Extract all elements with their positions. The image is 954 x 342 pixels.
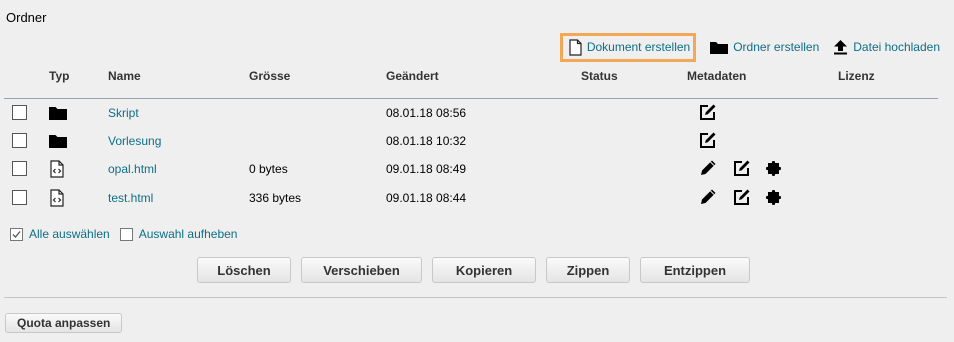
- col-type[interactable]: Typ: [49, 69, 69, 83]
- html-file-icon: [49, 189, 65, 210]
- deselect-checkbox-icon[interactable]: [119, 227, 133, 241]
- folder-icon: [710, 42, 729, 54]
- file-modified: 09.01.18 08:49: [386, 162, 467, 176]
- create-document-label: Dokument erstellen: [586, 40, 691, 54]
- file-name-link[interactable]: opal.html: [108, 162, 157, 176]
- col-status[interactable]: Status: [581, 69, 618, 83]
- selection-controls: Alle auswählen Auswahl aufheben: [10, 227, 237, 241]
- file-name-link[interactable]: Skript: [108, 106, 139, 120]
- file-name-link[interactable]: test.html: [108, 191, 153, 205]
- table-row: Skript 08.01.18 08:56: [0, 101, 954, 125]
- table-row: Vorlesung 08.01.18 10:32: [0, 129, 954, 153]
- select-all-link[interactable]: Alle auswählen: [29, 227, 110, 241]
- edit-icon[interactable]: [733, 159, 751, 181]
- create-folder-link[interactable]: Ordner erstellen: [710, 40, 819, 54]
- bulk-action-buttons: Löschen Verschieben Kopieren Zippen Entz…: [197, 257, 760, 283]
- create-folder-label: Ordner erstellen: [733, 40, 820, 54]
- row-checkbox[interactable]: [12, 161, 27, 176]
- edit-icon[interactable]: [699, 131, 717, 152]
- section-divider: [4, 297, 947, 298]
- pencil-icon[interactable]: [699, 188, 717, 210]
- row-checkbox[interactable]: [12, 133, 27, 148]
- file-modified: 08.01.18 08:56: [386, 106, 467, 120]
- table-header: Typ Name Grösse Geändert Status Metadate…: [0, 69, 954, 85]
- row-checkbox[interactable]: [12, 190, 27, 205]
- col-metadata: Metadaten: [687, 69, 747, 83]
- upload-file-link[interactable]: Datei hochladen: [833, 39, 940, 55]
- copy-button[interactable]: Kopieren: [432, 257, 536, 283]
- col-size[interactable]: Grösse: [249, 69, 290, 83]
- document-icon: [569, 38, 582, 56]
- move-button[interactable]: Verschieben: [301, 257, 422, 283]
- puzzle-icon[interactable]: [764, 188, 783, 210]
- folder-icon: [49, 104, 67, 123]
- upload-icon: [834, 40, 848, 55]
- quota-button[interactable]: Quota anpassen: [5, 313, 123, 333]
- col-license[interactable]: Lizenz: [838, 69, 875, 83]
- unzip-button[interactable]: Entzippen: [640, 257, 750, 283]
- table-row: test.html 336 bytes 09.01.18 08:44: [0, 186, 954, 210]
- edit-icon[interactable]: [733, 188, 751, 210]
- file-modified: 09.01.18 08:44: [386, 191, 467, 205]
- create-document-link[interactable]: Dokument erstellen: [559, 32, 697, 62]
- pencil-icon[interactable]: [699, 159, 717, 181]
- file-size: 0 bytes: [249, 162, 288, 176]
- delete-button[interactable]: Löschen: [197, 257, 291, 283]
- file-name-link[interactable]: Vorlesung: [108, 134, 161, 148]
- puzzle-icon[interactable]: [764, 159, 783, 181]
- page-title: Ordner: [6, 10, 47, 25]
- upload-file-label: Datei hochladen: [853, 40, 940, 54]
- select-all-checkbox-icon[interactable]: [10, 227, 23, 241]
- file-modified: 08.01.18 10:32: [386, 134, 467, 148]
- col-modified[interactable]: Geändert: [386, 69, 439, 83]
- table-row: opal.html 0 bytes 09.01.18 08:49: [0, 157, 954, 181]
- edit-icon[interactable]: [699, 103, 717, 124]
- header-divider: [4, 98, 938, 99]
- html-file-icon: [49, 160, 65, 181]
- row-checkbox[interactable]: [12, 105, 27, 120]
- col-name[interactable]: Name: [108, 69, 141, 83]
- folder-icon: [49, 132, 67, 151]
- zip-button[interactable]: Zippen: [546, 257, 630, 283]
- deselect-link[interactable]: Auswahl aufheben: [139, 227, 238, 241]
- folder-actions: Dokument erstellen Ordner erstellen Date…: [559, 32, 940, 62]
- file-size: 336 bytes: [249, 191, 302, 205]
